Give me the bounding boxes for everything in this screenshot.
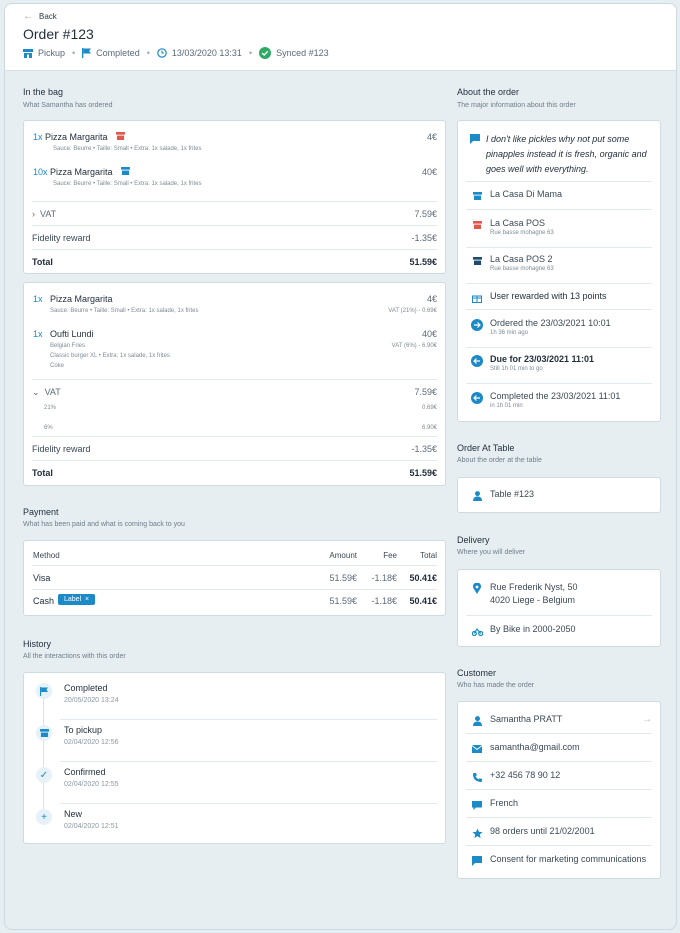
shop-item[interactable]: La Casa Di Mama bbox=[470, 189, 652, 203]
comment-icon bbox=[470, 854, 484, 868]
page-header: ← Back Order #123 Pickup • Completed • 13… bbox=[5, 4, 676, 71]
timeline-item: To pickup 02/04/2020 12:56 bbox=[36, 725, 119, 746]
payment-title: Payment bbox=[23, 507, 59, 517]
store-icon bbox=[470, 189, 484, 203]
store-icon bbox=[23, 48, 33, 58]
customer-language-item: French bbox=[470, 798, 652, 812]
map-pin-icon bbox=[470, 581, 484, 595]
star-icon bbox=[470, 826, 484, 840]
address-item[interactable]: Rue Frederik Nyst, 50 4020 Liege - Belgiu… bbox=[470, 581, 652, 607]
order-meta: Pickup • Completed • 13/03/2020 13:31 • … bbox=[23, 47, 329, 59]
customer-email-item[interactable]: samantha@gmail.com bbox=[470, 742, 652, 756]
store-icon bbox=[470, 254, 484, 268]
email-icon bbox=[470, 742, 484, 756]
customer-subtitle: Who has made the order bbox=[457, 682, 535, 689]
comment-icon bbox=[470, 132, 480, 146]
store-icon bbox=[121, 167, 130, 177]
customer-name-item[interactable]: Samantha PRATT → bbox=[470, 714, 652, 728]
reward-item: User rewarded with 13 points bbox=[470, 291, 652, 305]
label-badge[interactable]: Label × bbox=[58, 594, 96, 605]
customer-card: Samantha PRATT → samantha@gmail.com +32 … bbox=[457, 701, 661, 879]
shop-item[interactable]: La Casa POS Rue basse mohagne 63 bbox=[470, 218, 652, 236]
bag-subtitle: What Samantha has ordered bbox=[23, 102, 113, 109]
history-timeline: Completed 20/05/2020 13:24 To pickup 02/04… bbox=[23, 672, 446, 844]
ordered-item: Ordered the 23/03/2021 10:01 1h 36 min ag… bbox=[470, 318, 652, 336]
bag-card-1: 1x Pizza Margarita Sauce: Beurre • Taill… bbox=[23, 120, 446, 274]
arrow-left-icon bbox=[470, 354, 484, 368]
chevron-right-icon: › bbox=[32, 209, 35, 219]
plus-icon: + bbox=[36, 809, 52, 825]
delivery-subtitle: Where you will deliver bbox=[457, 549, 526, 556]
flag-icon bbox=[36, 683, 52, 699]
timeline-item: Completed 20/05/2020 13:24 bbox=[36, 683, 119, 704]
flag-icon bbox=[82, 48, 92, 58]
payment-subtitle: What has been paid and what is coming ba… bbox=[23, 521, 185, 528]
history-subtitle: All the interactions with this order bbox=[23, 653, 126, 660]
user-icon bbox=[470, 489, 484, 503]
table-card: Table #123 bbox=[457, 477, 661, 513]
store-icon bbox=[116, 132, 125, 142]
chevron-down-icon: ⌄ bbox=[32, 387, 40, 397]
clock-icon bbox=[157, 48, 167, 58]
delivery-card: Rue Frederik Nyst, 50 4020 Liege - Belgiu… bbox=[457, 569, 661, 647]
store-icon bbox=[470, 218, 484, 232]
gift-icon bbox=[470, 291, 484, 305]
close-icon[interactable]: × bbox=[85, 596, 89, 603]
customer-orders-item: 98 orders until 21/02/2001 bbox=[470, 826, 652, 840]
payment-table: Method Amount Fee Total Visa 51.59€ -1.1… bbox=[23, 540, 446, 616]
delivery-title: Delivery bbox=[457, 535, 490, 545]
bike-icon bbox=[470, 624, 484, 638]
about-card: I don't like pickles why not put some pi… bbox=[457, 120, 661, 422]
completed-item: Completed the 23/03/2021 11:01 in 1h 01 m… bbox=[470, 391, 652, 409]
store-icon bbox=[36, 725, 52, 741]
table-subtitle: About the order at the table bbox=[457, 457, 542, 464]
back-link[interactable]: ← Back bbox=[23, 11, 57, 22]
customer-phone-item[interactable]: +32 456 78 90 12 bbox=[470, 770, 652, 784]
page-title: Order #123 bbox=[23, 26, 94, 42]
phone-icon bbox=[470, 770, 484, 784]
arrow-left-icon: ← bbox=[23, 11, 33, 22]
note-item: I don't like pickles why not put some pi… bbox=[470, 132, 652, 177]
shop-item[interactable]: La Casa POS 2 Rue basse mohagne 63 bbox=[470, 254, 652, 272]
arrow-right-icon bbox=[470, 318, 484, 332]
delivery-mode-item: By Bike in 2000-2050 bbox=[470, 624, 652, 638]
bag-card-2: 1x Pizza Margarita Sauce: Beurre • Taill… bbox=[23, 282, 446, 486]
arrow-right-icon[interactable]: → bbox=[642, 714, 652, 725]
about-subtitle: The major information about this order bbox=[457, 102, 576, 109]
bag-title: In the bag bbox=[23, 87, 64, 97]
check-icon: ✓ bbox=[36, 767, 52, 783]
language-icon bbox=[470, 798, 484, 812]
due-item: Due for 23/03/2021 11:01 Still 1h 01 min … bbox=[470, 354, 652, 372]
timeline-item: ✓ Confirmed 02/04/2020 12:55 bbox=[36, 767, 119, 788]
about-title: About the order bbox=[457, 87, 520, 97]
customer-consent-item: Consent for marketing communications bbox=[470, 854, 652, 868]
check-circle-icon bbox=[259, 47, 272, 59]
timeline-item: + New 02/04/2020 12:51 bbox=[36, 809, 119, 830]
customer-title: Customer bbox=[457, 668, 497, 678]
table-item[interactable]: Table #123 bbox=[470, 489, 652, 503]
table-title: Order At Table bbox=[457, 443, 515, 453]
user-icon bbox=[470, 714, 484, 728]
history-title: History bbox=[23, 639, 52, 649]
arrow-left-icon bbox=[470, 391, 484, 405]
order-page: ← Back Order #123 Pickup • Completed • 13… bbox=[4, 3, 677, 930]
